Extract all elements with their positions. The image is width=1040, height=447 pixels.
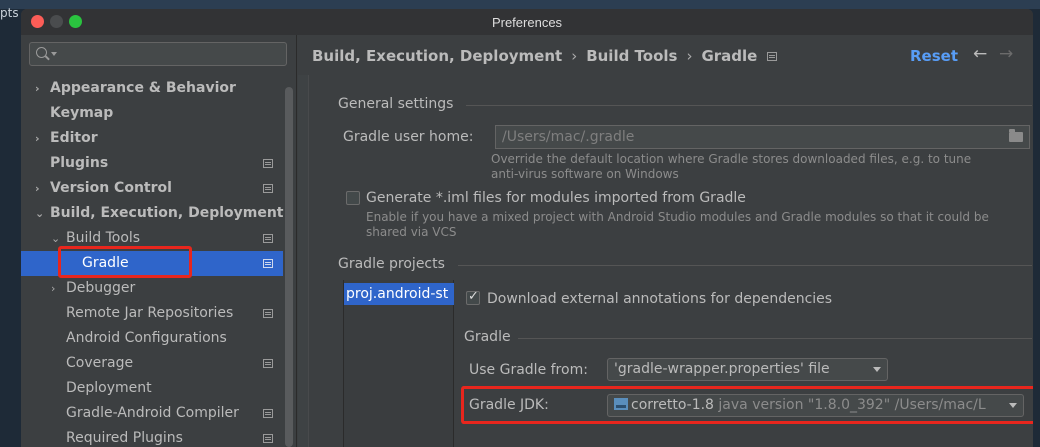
- project-level-icon: [263, 259, 273, 268]
- sidebar-item-label: Appearance & Behavior: [50, 80, 236, 96]
- close-window-button[interactable]: [31, 15, 44, 28]
- download-annotations-label[interactable]: Download external annotations for depend…: [487, 291, 832, 307]
- gradle-user-home-field[interactable]: /Users/mac/.gradle: [495, 125, 1030, 149]
- search-history-caret-icon[interactable]: [51, 52, 57, 56]
- gradle-projects-list: proj.android-st: [343, 280, 454, 447]
- generate-iml-hint: shared via VCS: [366, 225, 457, 239]
- sidebar-item-keymap[interactable]: Keymap: [21, 101, 283, 126]
- sidebar-item-gradle-android-compiler[interactable]: Gradle-Android Compiler: [21, 401, 283, 426]
- gradle-user-home-hint: Override the default location where Grad…: [491, 152, 972, 166]
- project-level-icon: [263, 434, 273, 443]
- project-level-icon: [767, 51, 778, 61]
- preferences-window: Preferences › Appearance & Behavior Keymap…: [21, 9, 1033, 447]
- sidebar-item-required-plugins[interactable]: Required Plugins: [21, 426, 283, 447]
- back-arrow-icon[interactable]: ←: [973, 44, 987, 64]
- project-level-icon: [263, 309, 273, 318]
- folder-icon[interactable]: [1009, 129, 1023, 142]
- settings-sidebar: › Appearance & Behavior Keymap › Editor Plugi…: [21, 35, 297, 447]
- breadcrumb: Build, Execution, Deployment › Build Too…: [312, 47, 778, 65]
- sidebar-item-label: Remote Jar Repositories: [66, 305, 234, 321]
- sidebar-item-deployment[interactable]: Deployment: [21, 376, 283, 401]
- content-scrollbar[interactable]: [298, 75, 309, 447]
- breadcrumb-item: Build Tools: [586, 47, 678, 65]
- gradle-subsection-title: Gradle: [464, 329, 511, 345]
- gradle-jdk-highlight: [461, 386, 1033, 424]
- generate-iml-checkbox[interactable]: [346, 191, 360, 205]
- project-level-icon: [263, 159, 273, 168]
- breadcrumb-separator: ›: [571, 47, 578, 65]
- minimize-window-button[interactable]: [50, 15, 63, 28]
- sidebar-scrollbar[interactable]: [285, 87, 293, 447]
- reset-link[interactable]: Reset: [910, 47, 958, 65]
- sidebar-item-editor[interactable]: › Editor: [21, 126, 283, 151]
- breadcrumb-separator: ›: [686, 47, 693, 65]
- sidebar-item-label: Coverage: [66, 355, 134, 371]
- chevron-right-icon[interactable]: ›: [35, 176, 40, 201]
- sidebar-item-label: Debugger: [66, 280, 136, 296]
- sidebar-item-remote-jar-repositories[interactable]: Remote Jar Repositories: [21, 301, 283, 326]
- breadcrumb-item: Build, Execution, Deployment: [312, 47, 563, 65]
- sidebar-item-debugger[interactable]: › Debugger: [21, 276, 283, 301]
- project-level-icon: [263, 234, 273, 243]
- chevron-right-icon[interactable]: ›: [35, 126, 40, 151]
- chevron-down-icon[interactable]: ⌄: [35, 201, 44, 226]
- settings-search-input[interactable]: [29, 42, 287, 66]
- background-desktop: [0, 0, 1040, 9]
- sidebar-item-label: Keymap: [50, 105, 114, 121]
- section-divider: [466, 105, 1032, 106]
- use-gradle-from-value: 'gradle-wrapper.properties' file: [614, 361, 830, 377]
- section-divider: [518, 338, 1032, 339]
- gradle-item-highlight: [58, 246, 192, 278]
- sidebar-item-label: Version Control: [50, 180, 172, 196]
- sidebar-item-label: Android Configurations: [66, 330, 227, 346]
- chevron-down-icon: [873, 367, 881, 372]
- breadcrumb-item: Gradle: [701, 47, 758, 65]
- background-text: pts: [0, 6, 19, 20]
- section-divider: [458, 265, 1032, 266]
- sidebar-item-coverage[interactable]: Coverage: [21, 351, 283, 376]
- sidebar-item-version-control[interactable]: › Version Control: [21, 176, 283, 201]
- generate-iml-hint: Enable if you have a mixed project with …: [366, 210, 989, 224]
- search-icon-handle: [45, 55, 50, 61]
- use-gradle-from-label: Use Gradle from:: [469, 362, 588, 378]
- sidebar-item-label: Build, Execution, Deployment: [50, 205, 284, 221]
- chevron-right-icon[interactable]: ›: [35, 76, 40, 101]
- project-level-icon: [263, 409, 273, 418]
- sidebar-item-build-execution-deployment[interactable]: ⌄ Build, Execution, Deployment: [21, 201, 284, 226]
- use-gradle-from-dropdown[interactable]: 'gradle-wrapper.properties' file: [607, 358, 888, 381]
- chevron-right-icon[interactable]: ›: [51, 276, 55, 301]
- general-settings-title: General settings: [338, 96, 454, 112]
- sidebar-item-label: Editor: [50, 130, 98, 146]
- project-level-icon: [263, 359, 273, 368]
- sidebar-item-label: Deployment: [66, 380, 152, 396]
- sidebar-item-android-configurations[interactable]: Android Configurations: [21, 326, 283, 351]
- gradle-user-home-label: Gradle user home:: [343, 129, 474, 145]
- gradle-user-home-hint: anti-virus software on Windows: [491, 167, 679, 181]
- gradle-projects-title: Gradle projects: [338, 256, 445, 272]
- forward-arrow-icon[interactable]: →: [999, 44, 1013, 64]
- project-list-item[interactable]: proj.android-st: [344, 283, 454, 305]
- project-level-icon: [263, 184, 273, 193]
- title-bar: Preferences: [21, 9, 1033, 35]
- window-title: Preferences: [491, 14, 563, 30]
- sidebar-item-appearance-behavior[interactable]: › Appearance & Behavior: [21, 76, 283, 101]
- download-annotations-checkbox[interactable]: [466, 289, 480, 305]
- gradle-user-home-value: /Users/mac/.gradle: [502, 129, 635, 145]
- sidebar-item-plugins[interactable]: Plugins: [21, 151, 283, 176]
- settings-content: Build, Execution, Deployment › Build Too…: [298, 35, 1033, 447]
- generate-iml-label[interactable]: Generate *.iml files for modules importe…: [366, 190, 746, 206]
- maximize-window-button[interactable]: [69, 15, 82, 28]
- sidebar-item-label: Plugins: [50, 155, 109, 171]
- sidebar-item-label: Gradle-Android Compiler: [66, 405, 239, 421]
- sidebar-item-label: Required Plugins: [66, 430, 183, 446]
